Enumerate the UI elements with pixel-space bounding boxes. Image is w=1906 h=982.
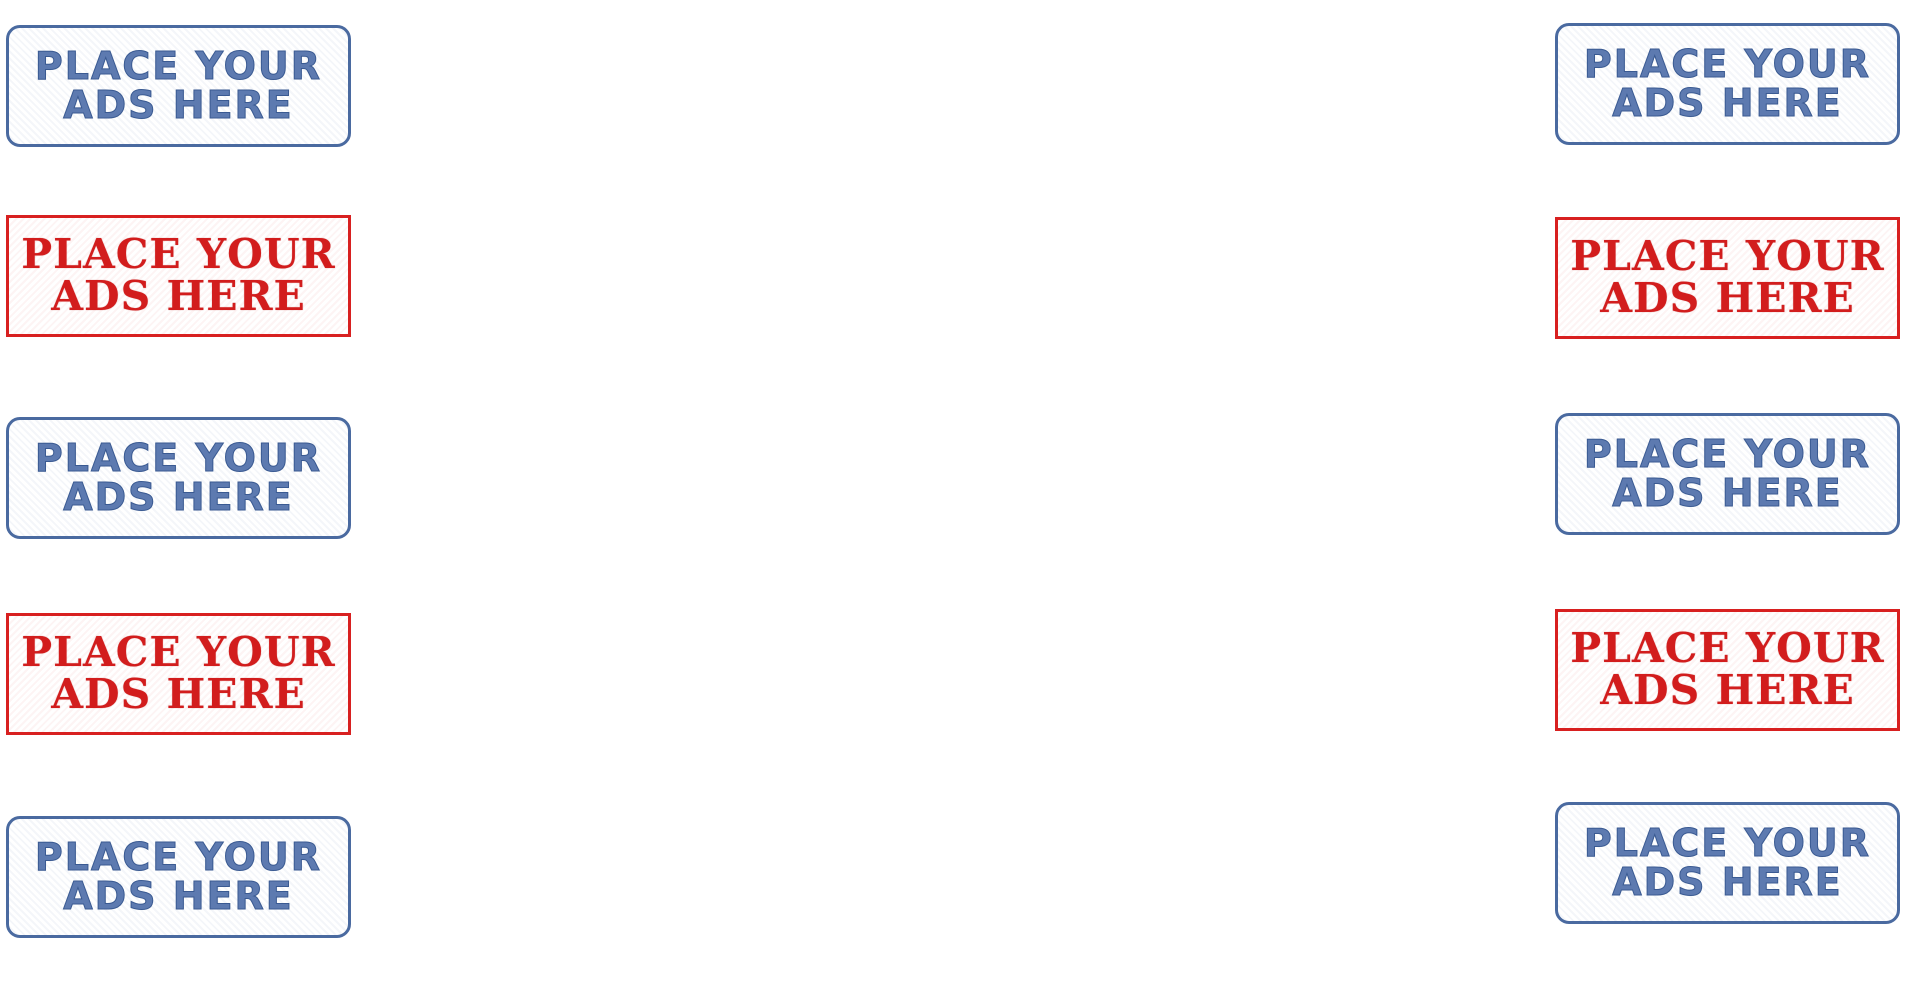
ad-stamp-left-2[interactable]: PLACE YOUR ADS HERE — [6, 215, 351, 337]
right-ad-column: PLACE YOUR ADS HERE PLACE YOUR ADS HERE … — [1555, 0, 1905, 982]
ad-stamp-right-2[interactable]: PLACE YOUR ADS HERE — [1555, 217, 1900, 339]
ad-stamp-line-1: PLACE YOUR — [21, 628, 336, 677]
ad-stamp-line-1: PLACE YOUR — [34, 436, 323, 481]
ad-stamp-line-1: PLACE YOUR — [1583, 42, 1872, 87]
ad-stamp-right-5[interactable]: PLACE YOUR ADS HERE — [1555, 802, 1900, 924]
ad-stamp-line-1: PLACE YOUR — [1583, 821, 1872, 866]
ad-stamp-left-3[interactable]: PLACE YOUR ADS HERE — [6, 417, 351, 539]
ad-stamp-line-1: PLACE YOUR — [34, 835, 323, 880]
ad-stamp-left-5[interactable]: PLACE YOUR ADS HERE — [6, 816, 351, 938]
ad-stamp-line-1: PLACE YOUR — [34, 44, 323, 89]
ad-stamp-line-2: ADS HERE — [1612, 860, 1843, 904]
ad-stamp-line-2: ADS HERE — [63, 83, 294, 127]
ad-stamp-line-1: PLACE YOUR — [1570, 232, 1885, 281]
ad-stamp-line-2: ADS HERE — [63, 874, 294, 918]
ad-stamp-left-4[interactable]: PLACE YOUR ADS HERE — [6, 613, 351, 735]
ad-stamp-line-2: ADS HERE — [63, 475, 294, 519]
ad-stamp-line-2: ADS HERE — [1612, 471, 1843, 515]
ad-stamp-line-2: ADS HERE — [1612, 81, 1843, 125]
ad-stamp-left-1[interactable]: PLACE YOUR ADS HERE — [6, 25, 351, 147]
ad-stamp-line-2: ADS HERE — [51, 272, 306, 320]
ad-stamp-line-2: ADS HERE — [1600, 666, 1855, 714]
ad-stamp-line-1: PLACE YOUR — [21, 230, 336, 279]
ad-stamp-right-1[interactable]: PLACE YOUR ADS HERE — [1555, 23, 1900, 145]
ad-stamp-right-4[interactable]: PLACE YOUR ADS HERE — [1555, 609, 1900, 731]
left-ad-column: PLACE YOUR ADS HERE PLACE YOUR ADS HERE … — [6, 0, 356, 982]
ad-stamp-line-2: ADS HERE — [1600, 274, 1855, 322]
ad-stamp-line-1: PLACE YOUR — [1570, 624, 1885, 673]
ad-stamp-right-3[interactable]: PLACE YOUR ADS HERE — [1555, 413, 1900, 535]
ad-stamp-line-1: PLACE YOUR — [1583, 432, 1872, 477]
ad-stamp-line-2: ADS HERE — [51, 670, 306, 718]
